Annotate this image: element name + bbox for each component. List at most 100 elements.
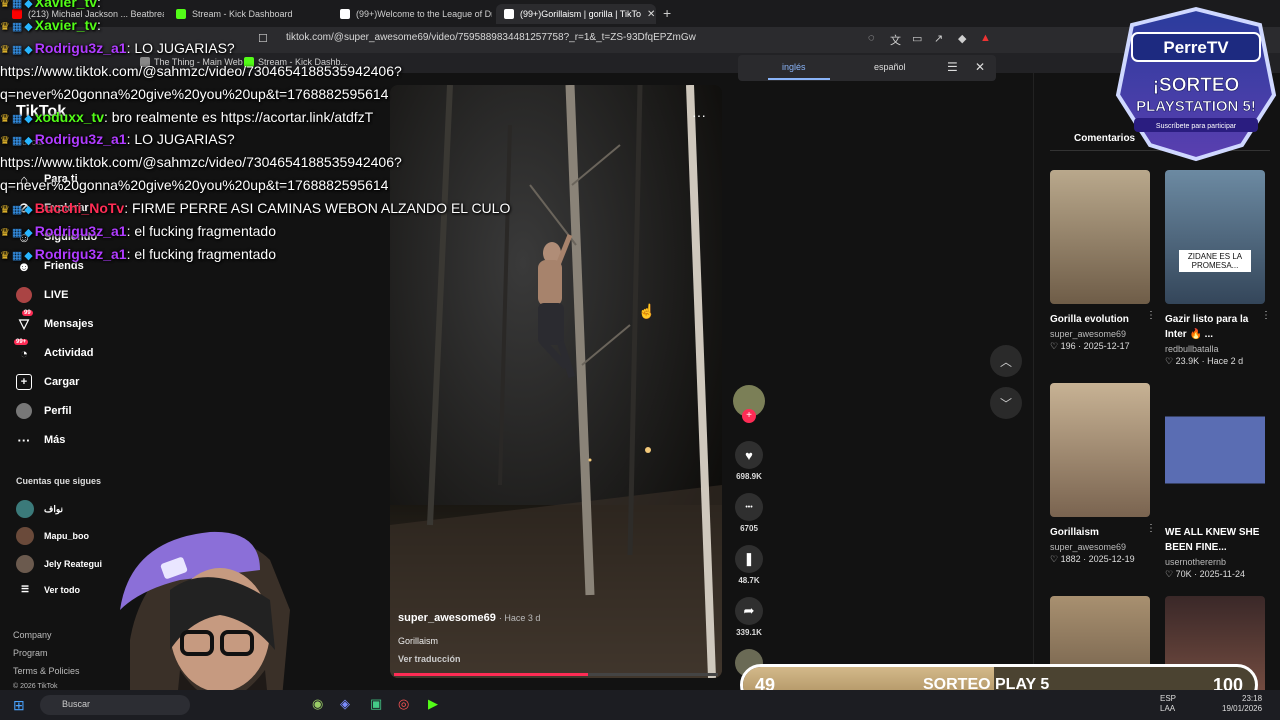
following-account[interactable]: Mapu_boo bbox=[16, 527, 89, 545]
nav-item-mensajes[interactable]: ▽ 99 Mensajes bbox=[16, 310, 94, 332]
taskbar-language[interactable]: ESP LAA bbox=[1160, 694, 1176, 714]
share-button[interactable]: ➦ 339.1K bbox=[730, 597, 768, 637]
card-author: super_awesome69 bbox=[1050, 329, 1127, 339]
chat-message: q=never%20gonna%20give%20you%20up&t=1768… bbox=[0, 177, 388, 193]
nav-label: Mensajes bbox=[44, 318, 94, 330]
crown-badge-icon: ♛ bbox=[0, 20, 10, 33]
taskbar-search[interactable]: Buscar bbox=[40, 695, 190, 715]
video-author[interactable]: super_awesome69 · Hace 3 d bbox=[398, 612, 540, 624]
translate-to-tab[interactable]: español bbox=[874, 62, 906, 72]
card-title: Gorilla evolution bbox=[1050, 314, 1129, 325]
card-author: redbullbatalla bbox=[1165, 344, 1219, 354]
avatar bbox=[16, 527, 34, 545]
chat-message: https://www.tiktok.com/@sahmzc/video/730… bbox=[0, 154, 402, 170]
nav-item-cargar[interactable]: + Cargar bbox=[16, 374, 79, 390]
nav-item-actividad[interactable]: ◔ 99+ Actividad bbox=[14, 339, 94, 361]
follow-plus-icon[interactable]: + bbox=[742, 409, 756, 423]
app-icon[interactable]: ▣ bbox=[370, 696, 382, 712]
thumbnail-caption: ZIDANE ES LA PROMESA... bbox=[1179, 250, 1251, 272]
gem-badge-icon: ◆ bbox=[24, 43, 33, 56]
close-tab-icon[interactable]: ✕ bbox=[647, 9, 655, 20]
following-account[interactable]: نواف bbox=[16, 500, 63, 518]
gem-badge-icon: ◆ bbox=[24, 227, 33, 239]
author-name[interactable]: super_awesome69 bbox=[398, 612, 496, 624]
footer-link[interactable]: Program bbox=[13, 648, 48, 658]
extension-icon[interactable]: ▲ bbox=[980, 32, 991, 44]
mute-icon[interactable]: ◌ bbox=[868, 32, 875, 44]
extension-icon[interactable]: ◆ bbox=[958, 32, 966, 45]
crown-badge-icon: ♛ bbox=[0, 43, 10, 56]
following-account[interactable]: Jely Reategui bbox=[16, 555, 102, 573]
video-thumbnail: ZIDANE ES LA PROMESA... bbox=[1165, 170, 1265, 304]
kick-icon[interactable]: ▶ bbox=[428, 696, 438, 712]
notification-badge: 99 bbox=[22, 310, 33, 316]
translate-popup: inglés español ☰ ✕ bbox=[738, 55, 996, 81]
card-stats: ♡ 1882 · 2025-12-19 bbox=[1050, 554, 1135, 564]
video-description: Gorillaism bbox=[398, 636, 439, 646]
clock-date: 19/01/2026 bbox=[1222, 704, 1263, 713]
video-progress-bar[interactable] bbox=[394, 673, 718, 676]
chat-username: Rodrigu3z_a1 bbox=[34, 131, 127, 148]
cast-icon[interactable]: ▭ bbox=[912, 32, 922, 45]
footer-link[interactable]: Terms & Policies bbox=[13, 666, 80, 676]
related-video-card[interactable]: WE ALL KNEW SHE BEEN FINE... usernothere… bbox=[1165, 383, 1265, 580]
gem-badge-icon: ◆ bbox=[24, 204, 33, 217]
app-icon[interactable]: ◉ bbox=[312, 696, 323, 712]
footer-link[interactable]: Company bbox=[13, 630, 52, 640]
author-avatar-button[interactable]: + bbox=[730, 385, 768, 423]
bookmark-count: 48.7K bbox=[738, 576, 760, 585]
related-video-card[interactable]: ZIDANE ES LA PROMESA... Gazir listo para… bbox=[1165, 170, 1271, 367]
subscriber-badge-icon: ▦ bbox=[11, 204, 23, 217]
chat-message: https://www.tiktok.com/@sahmzc/video/730… bbox=[0, 63, 402, 79]
close-icon[interactable]: ✕ bbox=[975, 60, 985, 74]
bell-icon: ◔ 99+ bbox=[14, 339, 29, 361]
share-page-icon[interactable]: ↗ bbox=[934, 32, 943, 45]
stream-chat-overlay: ♛ ▦ ◆ Xavier_tv: ♛ ▦ ◆ Xavier_tv: ♛ ▦ ◆ Rodrigu3z_a… bbox=[0, 0, 560, 280]
new-tab-button[interactable]: + bbox=[663, 5, 671, 21]
clock-time: 23:18 bbox=[1242, 694, 1263, 703]
more-options-icon[interactable]: ⋮ bbox=[1146, 523, 1156, 534]
chat-separator: : bbox=[97, 0, 101, 10]
nav-label: Perfil bbox=[44, 405, 72, 417]
translate-from-tab[interactable]: inglés bbox=[782, 62, 806, 72]
chat-username: Rodrigu3z_a1 bbox=[34, 223, 127, 239]
more-options-icon[interactable]: ⋮ bbox=[1261, 310, 1271, 321]
comment-button[interactable]: ••• 6705 bbox=[730, 493, 768, 533]
video-options-icon[interactable]: ··· bbox=[692, 107, 706, 123]
opera-icon[interactable]: ◎ bbox=[398, 696, 409, 712]
bookmark-button[interactable]: ❚ 48.7K bbox=[730, 545, 768, 585]
see-all-following[interactable]: ☰ Ver todo bbox=[16, 584, 80, 595]
related-video-card[interactable]: Gorilla evolution super_awesome69 ♡ 196 … bbox=[1050, 170, 1156, 352]
chat-text: q=never%20gonna%20give%20you%20up&t=1768… bbox=[0, 85, 389, 102]
chat-message: ♛ ▦ ◆ Xavier_tv: bbox=[0, 17, 101, 33]
taskbar-clock[interactable]: 23:18 19/01/2026 bbox=[1222, 694, 1262, 714]
chat-message: ♛ ▦ ◆ Rodrigu3z_a1: el fucking fragmentado bbox=[0, 246, 276, 262]
next-video-button[interactable]: ﹀ bbox=[990, 387, 1022, 419]
avatar bbox=[16, 500, 34, 518]
previous-video-button[interactable]: ︿ bbox=[990, 345, 1022, 377]
translate-link[interactable]: Ver traducción bbox=[398, 654, 461, 664]
chat-text: el fucking fragmentado bbox=[134, 245, 276, 262]
nav-item-live[interactable]: LIVE bbox=[16, 287, 68, 303]
translate-icon[interactable]: 文 bbox=[890, 32, 901, 48]
subscriber-badge-icon: ▦ bbox=[11, 135, 23, 148]
discord-icon[interactable]: ◈ bbox=[340, 696, 350, 712]
nav-label: LIVE bbox=[44, 289, 69, 301]
menu-icon[interactable]: ☰ bbox=[947, 60, 958, 74]
copyright: © 2026 TikTok bbox=[13, 683, 58, 690]
more-options-icon[interactable]: ⋮ bbox=[1146, 310, 1156, 321]
chat-message: ♛ ▦ ◆ Bucchi_NoTv: FIRME PERRE ASI CAMINAS … bbox=[0, 200, 510, 216]
video-thumbnail bbox=[1050, 383, 1150, 517]
like-button[interactable]: ♥ 698.9K bbox=[730, 441, 768, 481]
video-thumbnail bbox=[1165, 383, 1265, 517]
lang-label: ESP bbox=[1160, 694, 1177, 703]
chat-username: Xavier_tv bbox=[34, 0, 98, 10]
nav-item-perfil[interactable]: Perfil bbox=[16, 403, 72, 419]
chat-text: q=never%20gonna%20give%20you%20up&t=1768… bbox=[0, 177, 389, 194]
chevron-down-icon: ﹀ bbox=[999, 396, 1012, 411]
related-video-card[interactable]: Gorillaism super_awesome69 ♡ 1882 · 2025… bbox=[1050, 383, 1156, 565]
gem-badge-icon: ◆ bbox=[24, 135, 33, 148]
windows-start-icon[interactable]: ⊞ bbox=[13, 697, 25, 714]
nav-item-mas[interactable]: ··· Más bbox=[16, 432, 66, 448]
giveaway-line3: Suscríbete para participar bbox=[1156, 123, 1237, 130]
